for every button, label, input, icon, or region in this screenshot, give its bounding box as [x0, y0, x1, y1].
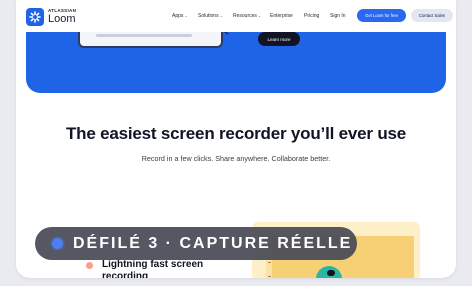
ruler-mark — [268, 276, 271, 277]
chevron-down-icon: ⌄ — [184, 13, 188, 18]
nav-enterprise[interactable]: Enterprise — [270, 13, 293, 19]
page-headline: The easiest screen recorder you’ll ever … — [65, 124, 407, 143]
logo-product: Loom — [48, 12, 76, 25]
chevron-down-icon: ⌄ — [219, 13, 223, 18]
feature-bullet-icon — [86, 262, 93, 269]
recording-dot-icon — [52, 238, 63, 249]
feature-title: Lightning fast screen recording — [102, 259, 204, 278]
contact-sales-button[interactable]: Contact Sales — [411, 9, 453, 22]
screenshot-frame: Learn more ATLASSIAN Loom Apps⌄ Solution… — [0, 0, 472, 286]
avatar-figure-icon — [327, 270, 335, 276]
chevron-down-icon: ⌄ — [257, 13, 262, 18]
loom-logo-icon — [26, 8, 44, 26]
nav-solutions[interactable]: Solutions⌄ — [198, 13, 223, 19]
nav-resources[interactable]: Resources⌄ — [233, 13, 261, 19]
nav-pricing[interactable]: Pricing — [304, 13, 319, 19]
top-navigation: ATLASSIAN Loom Apps⌄ Solutions⌄ Resource… — [16, 0, 456, 32]
capture-overlay-text: DÉFILÉ 3 · CAPTURE RÉELLE — [73, 234, 353, 252]
page-subheadline: Record in a few clicks. Share anywhere. … — [141, 154, 331, 163]
hero-preview-bar — [96, 34, 192, 37]
get-loom-button[interactable]: Get Loom for free — [357, 9, 406, 22]
loom-logo[interactable]: ATLASSIAN Loom — [26, 8, 76, 26]
nav-apps[interactable]: Apps⌄ — [172, 13, 188, 19]
ruler-mark — [268, 262, 271, 263]
nav-sign-in[interactable]: Sign In — [330, 13, 346, 19]
capture-overlay-badge: DÉFILÉ 3 · CAPTURE RÉELLE — [35, 227, 357, 260]
learn-more-button[interactable]: Learn more — [258, 32, 300, 46]
